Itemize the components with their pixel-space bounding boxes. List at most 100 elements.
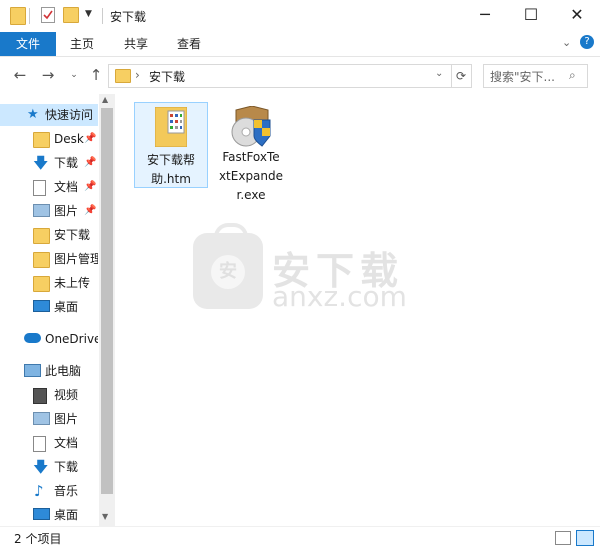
picture-icon — [33, 204, 50, 217]
installer-icon — [228, 105, 274, 148]
nav-label: 快速访问 — [45, 108, 94, 122]
details-view-icon[interactable] — [555, 531, 571, 545]
nav-item-documents[interactable]: 文档 📌 — [0, 176, 98, 198]
nav-scrollbar[interactable]: ▲ ▼ — [99, 94, 115, 526]
nav-label: 桌面 — [54, 508, 79, 522]
nav-label: 图片 — [54, 412, 79, 426]
nav-item-pc-desktop[interactable]: 桌面 — [0, 504, 98, 526]
folder-icon — [33, 228, 50, 244]
navigation-pane: ★ 快速访问 Desk 📌 🡇 下载 📌 文档 📌 图片 📌 安下载 图片管理 … — [0, 94, 115, 526]
nav-label: 下载 — [54, 156, 79, 170]
nav-label: 桌面 — [54, 300, 79, 314]
status-bar: 2 个项目 — [0, 526, 600, 550]
file-name-line: r.exe — [236, 188, 266, 202]
folder-icon — [33, 132, 50, 148]
folder-icon — [33, 276, 50, 292]
customize-toolbar-icon[interactable]: ▼ — [85, 9, 92, 19]
divider — [102, 8, 103, 24]
nav-item-pictures[interactable]: 图片 📌 — [0, 200, 98, 222]
nav-item-pc-documents[interactable]: 文档 — [0, 432, 98, 454]
nav-label: 图片 — [54, 204, 79, 218]
search-input[interactable]: 搜索"安下... — [490, 68, 555, 85]
address-row: ← → ⌄ ↑ › 安下载 ⌄ ⟳ 搜索"安下... ⌕ — [0, 57, 600, 93]
nav-item-videos[interactable]: 视频 — [0, 384, 98, 406]
scroll-thumb[interactable] — [101, 108, 113, 494]
folder-icon — [115, 69, 131, 83]
desktop-icon — [33, 300, 50, 312]
file-item-exe[interactable]: FastFoxTe xtExpande r.exe — [214, 102, 288, 205]
file-name-line: xtExpande — [218, 169, 284, 183]
tab-home[interactable]: 主页 — [70, 32, 94, 56]
file-item-htm[interactable]: 安下载帮 助.htm — [134, 102, 208, 188]
address-dropdown-icon[interactable]: ⌄ — [435, 68, 443, 79]
minimize-button[interactable]: ─ — [462, 0, 508, 32]
folder-icon — [10, 7, 26, 25]
nav-label: 文档 — [54, 180, 79, 194]
nav-item-downloads[interactable]: 🡇 下载 📌 — [0, 152, 98, 174]
up-button[interactable]: ↑ — [86, 65, 106, 85]
tab-share[interactable]: 共享 — [124, 32, 148, 56]
watermark-url: anxz.com — [272, 280, 407, 313]
tab-view[interactable]: 查看 — [177, 32, 201, 56]
refresh-button[interactable]: ⟳ — [451, 64, 472, 88]
desktop-icon — [33, 508, 50, 520]
video-icon — [33, 388, 47, 404]
maximize-button[interactable]: ☐ — [508, 0, 554, 32]
address-bar[interactable]: › 安下载 ⌄ — [108, 64, 452, 88]
recent-locations-icon[interactable]: ⌄ — [64, 65, 84, 85]
document-icon — [33, 180, 46, 196]
back-button[interactable]: ← — [10, 65, 30, 85]
nav-quick-access[interactable]: ★ 快速访问 — [0, 104, 98, 126]
window-title: 安下载 — [110, 10, 147, 24]
computer-icon — [24, 364, 41, 377]
ribbon: 文件 主页 共享 查看 ⌄ ? — [0, 32, 600, 57]
nav-label: 音乐 — [54, 484, 79, 498]
nav-label: 未上传 — [54, 276, 91, 290]
file-name-line: 助.htm — [151, 172, 191, 186]
nav-this-pc[interactable]: 此电脑 — [0, 360, 98, 382]
cloud-icon — [24, 333, 41, 343]
watermark-char: 安 — [211, 255, 245, 289]
nav-item-not-uploaded[interactable]: 未上传 — [0, 272, 98, 294]
search-icon[interactable]: ⌕ — [569, 68, 576, 83]
large-icons-view-icon[interactable] — [576, 530, 594, 546]
nav-label: 此电脑 — [45, 364, 82, 378]
tab-file[interactable]: 文件 — [0, 32, 56, 56]
document-icon — [33, 436, 46, 452]
close-button[interactable]: ✕ — [554, 0, 600, 32]
nav-item-desktop-2[interactable]: 桌面 — [0, 296, 98, 318]
download-arrow-icon: 🡇 — [33, 458, 49, 476]
breadcrumb-separator[interactable]: › — [135, 68, 140, 82]
nav-item-picture-manager[interactable]: 图片管理 — [0, 248, 98, 270]
breadcrumb-current[interactable]: 安下载 — [149, 68, 185, 85]
scroll-up-icon[interactable]: ▲ — [102, 95, 108, 104]
collapse-ribbon-icon[interactable]: ⌄ — [562, 36, 571, 49]
forward-button[interactable]: → — [38, 65, 58, 85]
star-icon: ★ — [27, 107, 39, 122]
file-name: 安下载帮 助.htm — [135, 151, 207, 189]
title-bar: ▼ 安下载 ─ ☐ ✕ — [0, 0, 600, 32]
nav-label: 下载 — [54, 460, 79, 474]
nav-label: Desk — [54, 132, 84, 146]
pin-icon: 📌 — [84, 133, 97, 144]
search-box[interactable]: 搜索"安下... ⌕ — [483, 64, 588, 88]
watermark-logo: 安 — [193, 223, 263, 309]
nav-item-desktop[interactable]: Desk 📌 — [0, 128, 98, 150]
nav-label: 视频 — [54, 388, 79, 402]
nav-onedrive[interactable]: OneDrive — [0, 328, 98, 350]
new-folder-icon[interactable] — [63, 7, 79, 23]
scroll-down-icon[interactable]: ▼ — [102, 512, 108, 521]
pin-icon: 📌 — [84, 205, 97, 216]
properties-icon[interactable] — [41, 7, 55, 23]
download-arrow-icon: 🡇 — [33, 154, 49, 172]
nav-item-music[interactable]: ♪ 音乐 — [0, 480, 98, 502]
nav-item-pc-downloads[interactable]: 🡇 下载 — [0, 456, 98, 478]
nav-item-anxz[interactable]: 安下载 — [0, 224, 98, 246]
folder-icon — [33, 252, 50, 268]
help-icon[interactable]: ? — [580, 35, 594, 49]
nav-label: 文档 — [54, 436, 79, 450]
bag-handle-icon — [214, 223, 248, 243]
file-name-line: FastFoxTe — [222, 150, 280, 164]
nav-item-pc-pictures[interactable]: 图片 — [0, 408, 98, 430]
item-count: 2 个项目 — [14, 532, 62, 546]
